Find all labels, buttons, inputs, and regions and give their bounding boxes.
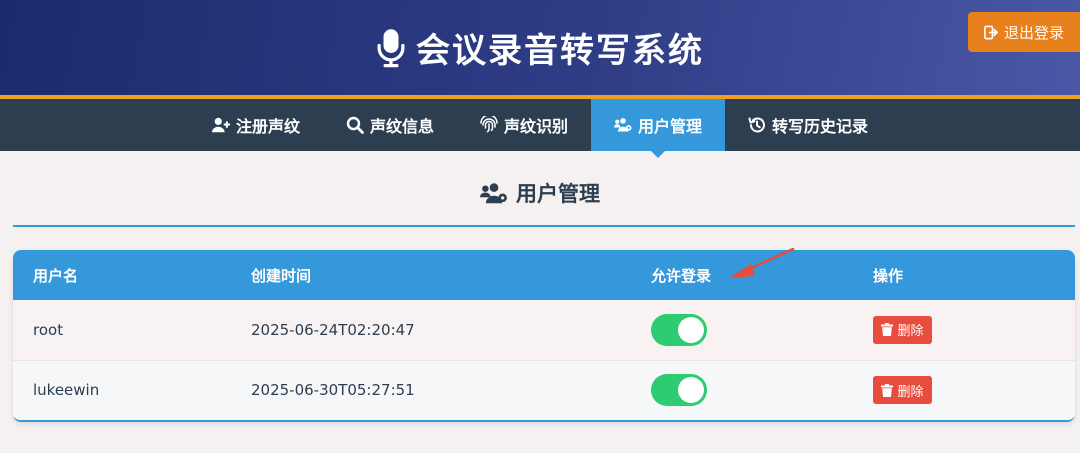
column-header-username: 用户名 — [13, 250, 231, 300]
nav-voiceprint-info[interactable]: 声纹信息 — [323, 99, 457, 151]
cell-created: 2025-06-30T05:27:51 — [231, 360, 631, 420]
table-row: lukeewin 2025-06-30T05:27:51 删除 — [13, 360, 1075, 420]
delete-button[interactable]: 删除 — [873, 376, 932, 405]
user-plus-icon — [211, 117, 230, 133]
nav-transcription-history[interactable]: 转写历史记录 — [725, 99, 891, 151]
cell-actions: 删除 — [853, 300, 1075, 361]
column-header-created: 创建时间 — [231, 250, 631, 300]
trash-icon — [881, 323, 894, 337]
section-title-text: 用户管理 — [516, 182, 600, 206]
users-cog-icon — [480, 183, 507, 204]
nav-voiceprint-recognition[interactable]: 声纹识别 — [457, 99, 591, 151]
app-title: 会议录音转写系统 — [376, 23, 704, 72]
app-header: 会议录音转写系统 退出登录 — [0, 0, 1080, 95]
cell-created: 2025-06-24T02:20:47 — [231, 300, 631, 361]
history-icon — [748, 117, 765, 133]
users-cog-icon — [614, 118, 632, 132]
trash-icon — [881, 383, 894, 397]
fingerprint-icon — [480, 116, 498, 133]
search-icon — [346, 116, 364, 134]
column-header-allow-login: 允许登录 — [631, 250, 853, 300]
allow-login-toggle[interactable] — [651, 374, 707, 407]
logout-button[interactable]: 退出登录 — [968, 12, 1080, 52]
delete-button[interactable]: 删除 — [873, 315, 932, 344]
toggle-knob — [678, 377, 704, 404]
cell-username: root — [13, 300, 231, 361]
column-header-actions: 操作 — [853, 250, 1075, 300]
table-header-row: 用户名 创建时间 允许登录 操作 — [13, 250, 1075, 300]
user-table: 用户名 创建时间 允许登录 操作 root 2025-06-24T02:20:4… — [13, 250, 1075, 420]
nav-label: 声纹识别 — [503, 117, 568, 136]
nav-label: 注册声纹 — [235, 117, 300, 136]
nav-label: 用户管理 — [638, 117, 703, 136]
title-divider — [13, 225, 1075, 227]
nav-label: 声纹信息 — [369, 117, 434, 136]
nav-register-voiceprint[interactable]: 注册声纹 — [189, 99, 323, 151]
nav-label: 转写历史记录 — [772, 117, 869, 136]
section-title: 用户管理 — [0, 178, 1080, 208]
sign-out-icon — [984, 25, 998, 39]
cell-allow-login — [631, 300, 853, 361]
user-table-card: 用户名 创建时间 允许登录 操作 root 2025-06-24T02:20:4… — [13, 250, 1075, 422]
delete-label: 删除 — [897, 384, 924, 400]
cell-actions: 删除 — [853, 360, 1075, 420]
microphone-icon — [377, 28, 405, 67]
delete-label: 删除 — [897, 324, 924, 340]
allow-login-toggle[interactable] — [651, 313, 707, 346]
main-nav: 注册声纹 声纹信息 声纹识别 用户管理 转写历史记录 — [0, 99, 1080, 158]
toggle-knob — [678, 316, 704, 343]
table-row: root 2025-06-24T02:20:47 删除 — [13, 300, 1075, 361]
page-title: 会议录音转写系统 — [416, 31, 704, 71]
nav-user-management[interactable]: 用户管理 — [591, 99, 726, 158]
logout-label: 退出登录 — [1003, 23, 1064, 42]
cell-allow-login — [631, 360, 853, 420]
cell-username: lukeewin — [13, 360, 231, 420]
